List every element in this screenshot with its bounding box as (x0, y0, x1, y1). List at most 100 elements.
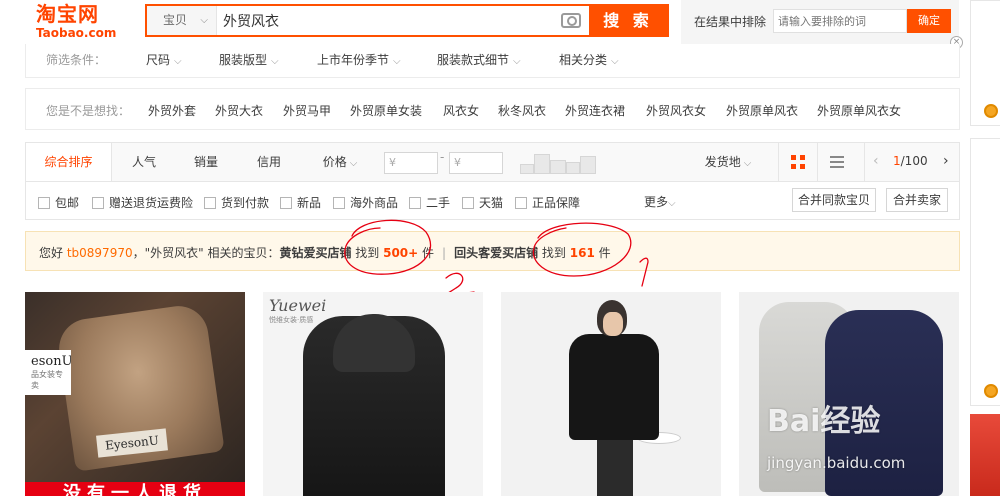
product-image[interactable] (501, 292, 721, 496)
checkbox-free-shipping[interactable]: 包邮 (38, 194, 79, 211)
suggestion-link[interactable]: 秋冬风衣 (498, 102, 546, 119)
search-button[interactable]: 搜 索 (589, 6, 667, 35)
suggestion-link[interactable]: 外贸大衣 (215, 102, 263, 119)
exclude-confirm-button[interactable]: 确定 (907, 9, 951, 33)
side-ad-panel[interactable] (970, 138, 1000, 406)
checkbox-cod[interactable]: 货到付款 (204, 194, 269, 211)
checkbox-box[interactable] (333, 197, 345, 209)
checkbox-label: 包邮 (55, 196, 80, 210)
filter-label: 上市年份季节 (317, 53, 390, 67)
shop-group-name[interactable]: 黄钻爱买店铺 (279, 246, 351, 260)
list-view-toggle[interactable] (817, 143, 855, 181)
merge-sellers-button[interactable]: 合并卖家 (886, 188, 948, 212)
suggestion-link[interactable]: 外贸马甲 (283, 102, 331, 119)
product-image[interactable]: Yuewei 悦维女装·质感 (263, 292, 483, 496)
grid-icon (791, 155, 805, 169)
checkbox-new[interactable]: 新品 (280, 194, 321, 211)
checkbox-genuine[interactable]: 正品保障 (515, 194, 580, 211)
price-max-input[interactable]: ¥ (449, 152, 503, 174)
brand-tag: esonU 品女装专卖 (25, 350, 71, 395)
suggestion-link[interactable]: 外贸原单女装 (350, 102, 422, 119)
brand-tag-text: esonU (31, 354, 71, 369)
checkbox-box[interactable] (462, 197, 474, 209)
side-ad-image[interactable] (970, 414, 1000, 496)
filter-item[interactable]: 尺码 ⌵ (146, 51, 182, 68)
grid-view-toggle[interactable] (778, 143, 816, 181)
suggestion-link[interactable]: 外贸原单风衣 (726, 102, 798, 119)
checkbox-label: 赠送退货运费险 (109, 196, 194, 210)
sort-tab-popularity[interactable]: 人气 (118, 143, 170, 181)
suggestion-link[interactable]: 外贸连衣裙 (565, 102, 625, 119)
search-input[interactable] (221, 6, 557, 35)
ship-from-dropdown[interactable]: 发货地 ⌵ (698, 143, 758, 181)
product-image[interactable]: esonU 品女装专卖 EyesonU 没有一人退货 (25, 292, 245, 496)
chevron-down-icon: ⌵ (349, 158, 358, 169)
chevron-down-icon: ⌵ (200, 15, 208, 26)
price-bar[interactable] (580, 156, 596, 174)
result-count: 500+ (383, 246, 419, 260)
notice-found-prefix: 找到 (538, 246, 570, 260)
shop-group-name[interactable]: 回头客爱买店铺 (454, 246, 538, 260)
filter-item[interactable]: 服装版型 ⌵ (219, 51, 279, 68)
username-link[interactable]: tb0897970 (67, 246, 133, 260)
suggestion-link[interactable]: 外贸外套 (148, 102, 196, 119)
price-bar[interactable] (566, 162, 580, 174)
sort-tab-credit[interactable]: 信用 (243, 143, 295, 181)
price-bar[interactable] (550, 160, 566, 174)
suggestion-link[interactable]: 风衣女 (443, 102, 479, 119)
chevron-right-icon[interactable]: › (943, 153, 949, 169)
notice-greeting: 您好 (39, 246, 67, 260)
sort-tab-price[interactable]: 价格 ⌵ (310, 143, 370, 181)
price-bar[interactable] (520, 164, 534, 174)
sort-tab-sales[interactable]: 销量 (180, 143, 232, 181)
price-distribution-bars[interactable] (520, 152, 596, 174)
taobao-logo[interactable]: 淘宝网 Taobao.com (36, 2, 120, 40)
filter-item[interactable]: 上市年份季节 ⌵ (317, 51, 401, 68)
chevron-left-icon[interactable]: ‹ (873, 153, 879, 169)
checkbox-filter-row: 包邮 赠送退货运费险 货到付款 新品 海外商品 二手 天猫 正品保障 更多⌵ 合… (25, 182, 960, 220)
baidu-watermark-url: jingyan.baidu.com (767, 454, 906, 472)
checkbox-box[interactable] (515, 197, 527, 209)
model-coat (569, 334, 659, 440)
ship-from-label: 发货地 (704, 155, 741, 169)
brand-logo-subtext: 悦维女装·质感 (269, 316, 314, 324)
filter-item[interactable]: 相关分类 ⌵ (559, 51, 619, 68)
model-legs (597, 438, 633, 496)
suggestion-link[interactable]: 外贸风衣女 (646, 102, 706, 119)
sort-tab-default[interactable]: 综合排序 (26, 143, 112, 181)
exclude-label: 在结果中排除 (694, 15, 767, 29)
promo-banner: 没有一人退货 (25, 482, 245, 496)
price-bar[interactable] (534, 154, 550, 174)
product-image[interactable]: Bai经验 jingyan.baidu.com (739, 292, 959, 496)
exclude-input[interactable] (773, 9, 907, 33)
checkbox-tmall[interactable]: 天猫 (462, 194, 503, 211)
notice-text: 您好 tb0897970，"外贸风衣" 相关的宝贝：黄钻爱买店铺 找到 500+… (39, 244, 611, 261)
camera-icon[interactable] (561, 13, 581, 28)
model-face (603, 312, 623, 336)
price-min-input[interactable]: ¥ (384, 152, 438, 174)
chevron-down-icon: ⌵ (743, 158, 752, 169)
notice-found-prefix: 找到 (351, 246, 384, 260)
page-total: /100 (900, 154, 928, 168)
suggestion-link[interactable]: 外贸原单风衣女 (817, 102, 901, 119)
chevron-down-icon: ⌵ (668, 198, 676, 209)
merge-same-items-button[interactable]: 合并同款宝贝 (792, 188, 876, 212)
checkbox-box[interactable] (92, 197, 104, 209)
checkbox-box[interactable] (204, 197, 216, 209)
checkbox-box[interactable] (409, 197, 421, 209)
suggestion-title: 您是不是想找： (46, 104, 131, 118)
checkbox-return-insurance[interactable]: 赠送退货运费险 (92, 194, 193, 211)
checkbox-box[interactable] (38, 197, 50, 209)
logo-text-cn: 淘宝网 (36, 2, 99, 26)
brand-logo-text: Yuewei (269, 296, 327, 315)
filter-label: 服装版型 (219, 53, 268, 67)
more-filters-toggle[interactable]: 更多⌵ (644, 193, 676, 210)
filter-item[interactable]: 服装款式细节 ⌵ (437, 51, 521, 68)
checkbox-box[interactable] (280, 197, 292, 209)
checkbox-overseas[interactable]: 海外商品 (333, 194, 398, 211)
notice-unit: 件 (418, 246, 435, 260)
search-category-select[interactable]: 宝贝 ⌵ (147, 6, 217, 35)
search-bar: 宝贝 ⌵ 搜 索 (145, 4, 669, 37)
chevron-down-icon: ⌵ (513, 56, 521, 67)
checkbox-secondhand[interactable]: 二手 (409, 194, 450, 211)
